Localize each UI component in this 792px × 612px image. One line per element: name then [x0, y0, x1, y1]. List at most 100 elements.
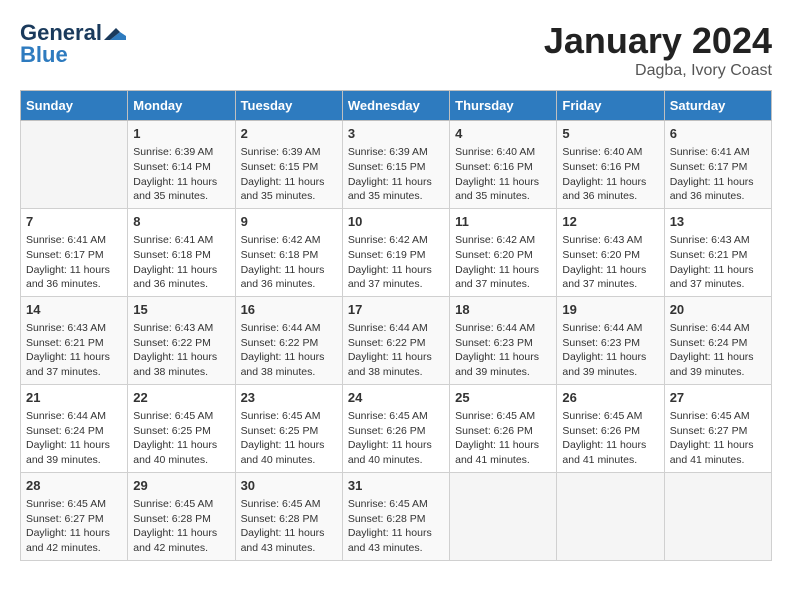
day-number: 1 — [133, 125, 229, 143]
calendar-cell: 26Sunrise: 6:45 AM Sunset: 6:26 PM Dayli… — [557, 384, 664, 472]
day-number: 4 — [455, 125, 551, 143]
day-info: Sunrise: 6:39 AM Sunset: 6:14 PM Dayligh… — [133, 145, 229, 204]
day-info: Sunrise: 6:45 AM Sunset: 6:28 PM Dayligh… — [133, 497, 229, 556]
day-number: 13 — [670, 213, 766, 231]
calendar-week-row: 1 Sunrise: 6:39 AM Sunset: 6:14 PM Daylig… — [21, 121, 772, 209]
day-number: 24 — [348, 389, 444, 407]
day-number: 28 — [26, 477, 122, 495]
calendar-cell: 20 Sunrise: 6:44 AM Sunset: 6:24 PM Dayli… — [664, 296, 771, 384]
calendar-cell: 30Sunrise: 6:45 AM Sunset: 6:28 PM Dayli… — [235, 472, 342, 560]
day-info: Sunrise: 6:43 AM Sunset: 6:21 PM Dayligh… — [26, 321, 122, 380]
calendar-week-row: 28 Sunrise: 6:45 AM Sunset: 6:27 PM Dayli… — [21, 472, 772, 560]
day-number: 8 — [133, 213, 229, 231]
calendar-cell: 15 Sunrise: 6:43 AM Sunset: 6:22 PM Dayli… — [128, 296, 235, 384]
day-number: 2 — [241, 125, 337, 143]
day-info: Sunrise: 6:45 AM Sunset: 6:26 PM Dayligh… — [455, 409, 551, 468]
day-number: 20 — [670, 301, 766, 319]
weekday-header-monday: Monday — [128, 91, 235, 121]
day-number: 19 — [562, 301, 658, 319]
day-number: 21 — [26, 389, 122, 407]
day-number: 7 — [26, 213, 122, 231]
calendar-cell: 18 Sunrise: 6:44 AM Sunset: 6:23 PM Dayli… — [450, 296, 557, 384]
day-info: Sunrise: 6:45 AM Sunset: 6:25 PM Dayligh… — [241, 409, 337, 468]
calendar-cell: 1 Sunrise: 6:39 AM Sunset: 6:14 PM Daylig… — [128, 121, 235, 209]
weekday-header-tuesday: Tuesday — [235, 91, 342, 121]
calendar-week-row: 21 Sunrise: 6:44 AM Sunset: 6:24 PM Dayli… — [21, 384, 772, 472]
weekday-header-saturday: Saturday — [664, 91, 771, 121]
day-info: Sunrise: 6:45 AM Sunset: 6:28 PM Dayligh… — [348, 497, 444, 556]
day-info: Sunrise: 6:43 AM Sunset: 6:20 PM Dayligh… — [562, 233, 658, 292]
day-info: Sunrise: 6:45 AM Sunset: 6:27 PM Dayligh… — [670, 409, 766, 468]
day-number: 16 — [241, 301, 337, 319]
calendar-cell: 13Sunrise: 6:43 AM Sunset: 6:21 PM Dayli… — [664, 208, 771, 296]
calendar-cell: 6 Sunrise: 6:41 AM Sunset: 6:17 PM Daylig… — [664, 121, 771, 209]
day-number: 23 — [241, 389, 337, 407]
day-info: Sunrise: 6:44 AM Sunset: 6:22 PM Dayligh… — [241, 321, 337, 380]
weekday-header-friday: Friday — [557, 91, 664, 121]
calendar-cell: 2 Sunrise: 6:39 AM Sunset: 6:15 PM Daylig… — [235, 121, 342, 209]
day-info: Sunrise: 6:41 AM Sunset: 6:17 PM Dayligh… — [26, 233, 122, 292]
calendar-week-row: 14 Sunrise: 6:43 AM Sunset: 6:21 PM Dayli… — [21, 296, 772, 384]
weekday-header-sunday: Sunday — [21, 91, 128, 121]
weekday-header-thursday: Thursday — [450, 91, 557, 121]
day-info: Sunrise: 6:42 AM Sunset: 6:20 PM Dayligh… — [455, 233, 551, 292]
day-info: Sunrise: 6:45 AM Sunset: 6:27 PM Dayligh… — [26, 497, 122, 556]
calendar-cell: 25Sunrise: 6:45 AM Sunset: 6:26 PM Dayli… — [450, 384, 557, 472]
day-info: Sunrise: 6:45 AM Sunset: 6:25 PM Dayligh… — [133, 409, 229, 468]
calendar-cell: 14 Sunrise: 6:43 AM Sunset: 6:21 PM Dayli… — [21, 296, 128, 384]
day-number: 3 — [348, 125, 444, 143]
calendar-cell: 27Sunrise: 6:45 AM Sunset: 6:27 PM Dayli… — [664, 384, 771, 472]
day-number: 11 — [455, 213, 551, 231]
calendar-cell: 29 Sunrise: 6:45 AM Sunset: 6:28 PM Dayli… — [128, 472, 235, 560]
day-number: 22 — [133, 389, 229, 407]
calendar-cell: 23 Sunrise: 6:45 AM Sunset: 6:25 PM Dayli… — [235, 384, 342, 472]
day-number: 14 — [26, 301, 122, 319]
calendar-week-row: 7 Sunrise: 6:41 AM Sunset: 6:17 PM Daylig… — [21, 208, 772, 296]
calendar-cell: 4 Sunrise: 6:40 AM Sunset: 6:16 PM Daylig… — [450, 121, 557, 209]
logo: General Blue — [20, 20, 126, 68]
day-info: Sunrise: 6:45 AM Sunset: 6:26 PM Dayligh… — [562, 409, 658, 468]
calendar-cell: 19 Sunrise: 6:44 AM Sunset: 6:23 PM Dayli… — [557, 296, 664, 384]
logo-blue: Blue — [20, 42, 68, 68]
month-title: January 2024 — [544, 20, 772, 62]
calendar-cell: 5 Sunrise: 6:40 AM Sunset: 6:16 PM Daylig… — [557, 121, 664, 209]
day-info: Sunrise: 6:42 AM Sunset: 6:18 PM Dayligh… — [241, 233, 337, 292]
day-info: Sunrise: 6:41 AM Sunset: 6:17 PM Dayligh… — [670, 145, 766, 204]
day-info: Sunrise: 6:44 AM Sunset: 6:24 PM Dayligh… — [26, 409, 122, 468]
logo-icon — [104, 22, 126, 44]
day-info: Sunrise: 6:39 AM Sunset: 6:15 PM Dayligh… — [241, 145, 337, 204]
calendar-cell: 22 Sunrise: 6:45 AM Sunset: 6:25 PM Dayli… — [128, 384, 235, 472]
day-info: Sunrise: 6:40 AM Sunset: 6:16 PM Dayligh… — [562, 145, 658, 204]
calendar-cell: 10 Sunrise: 6:42 AM Sunset: 6:19 PM Dayli… — [342, 208, 449, 296]
calendar-cell: 11 Sunrise: 6:42 AM Sunset: 6:20 PM Dayli… — [450, 208, 557, 296]
page-header: General Blue January 2024 Dagba, Ivory C… — [20, 20, 772, 80]
day-info: Sunrise: 6:44 AM Sunset: 6:23 PM Dayligh… — [562, 321, 658, 380]
day-number: 9 — [241, 213, 337, 231]
day-number: 6 — [670, 125, 766, 143]
day-info: Sunrise: 6:40 AM Sunset: 6:16 PM Dayligh… — [455, 145, 551, 204]
day-info: Sunrise: 6:43 AM Sunset: 6:22 PM Dayligh… — [133, 321, 229, 380]
day-info: Sunrise: 6:44 AM Sunset: 6:23 PM Dayligh… — [455, 321, 551, 380]
calendar-cell: 17Sunrise: 6:44 AM Sunset: 6:22 PM Dayli… — [342, 296, 449, 384]
calendar-cell: 31Sunrise: 6:45 AM Sunset: 6:28 PM Dayli… — [342, 472, 449, 560]
day-number: 17 — [348, 301, 444, 319]
day-info: Sunrise: 6:44 AM Sunset: 6:24 PM Dayligh… — [670, 321, 766, 380]
day-info: Sunrise: 6:45 AM Sunset: 6:26 PM Dayligh… — [348, 409, 444, 468]
day-number: 29 — [133, 477, 229, 495]
calendar-cell — [557, 472, 664, 560]
day-info: Sunrise: 6:42 AM Sunset: 6:19 PM Dayligh… — [348, 233, 444, 292]
day-info: Sunrise: 6:41 AM Sunset: 6:18 PM Dayligh… — [133, 233, 229, 292]
weekday-header-row: SundayMondayTuesdayWednesdayThursdayFrid… — [21, 91, 772, 121]
title-block: January 2024 Dagba, Ivory Coast — [544, 20, 772, 80]
calendar-cell: 21 Sunrise: 6:44 AM Sunset: 6:24 PM Dayli… — [21, 384, 128, 472]
calendar-cell — [450, 472, 557, 560]
day-number: 10 — [348, 213, 444, 231]
day-number: 12 — [562, 213, 658, 231]
day-number: 18 — [455, 301, 551, 319]
calendar-cell — [21, 121, 128, 209]
location: Dagba, Ivory Coast — [544, 62, 772, 80]
calendar-cell: 8 Sunrise: 6:41 AM Sunset: 6:18 PM Daylig… — [128, 208, 235, 296]
calendar-cell: 28 Sunrise: 6:45 AM Sunset: 6:27 PM Dayli… — [21, 472, 128, 560]
day-number: 5 — [562, 125, 658, 143]
day-number: 15 — [133, 301, 229, 319]
